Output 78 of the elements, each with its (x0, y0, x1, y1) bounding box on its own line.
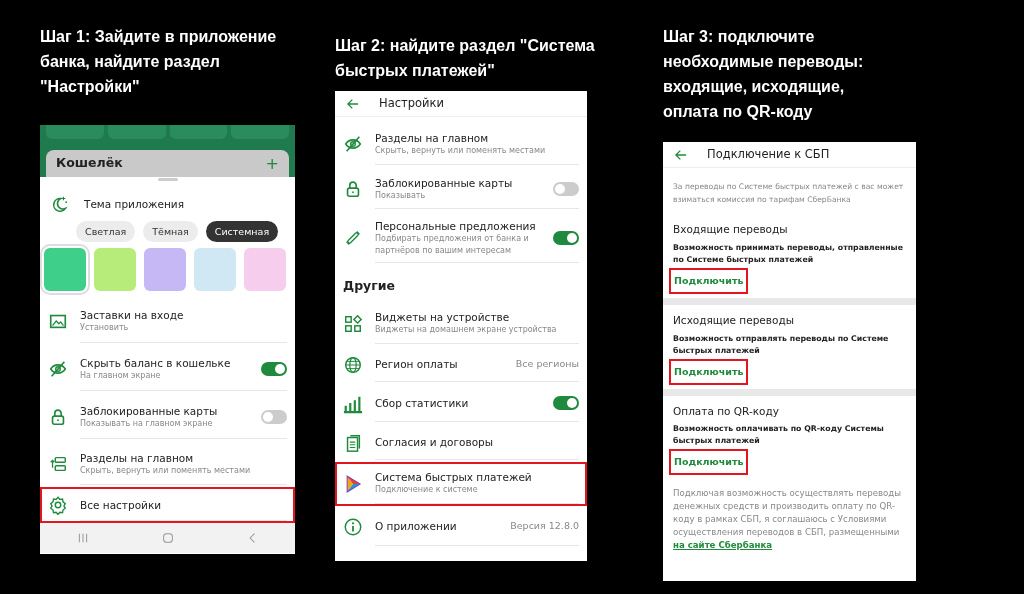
settings-item[interactable]: Регион оплаты Все регионы (335, 345, 587, 384)
section-title: Входящие переводы (672, 222, 789, 237)
settings-item[interactable]: О приложении Версия 12.8.0 (335, 505, 587, 548)
item-subtitle: Виджеты на домашнем экране устройства (375, 324, 558, 337)
connect-button[interactable]: Подключить (669, 449, 749, 476)
item-subtitle: Показывать на главном экране (80, 417, 214, 430)
color-swatch[interactable] (144, 248, 186, 291)
terms-text: Подключая возможность осуществлять переводы денежных средств и производить оплату по QR-коду в рамках СБП, я соглашаюсь с Условиями осуществления переводов в СБП, размещенными на сайте Сбербанка (672, 487, 902, 553)
section-heading: Другие (342, 277, 396, 295)
hidden-eye-icon (48, 359, 68, 379)
item-title: Разделы на главном (80, 450, 195, 465)
item-title: Разделы на главном (375, 130, 490, 145)
screen-title: Настройки (379, 94, 444, 112)
item-title: Заблокированные карты (80, 403, 219, 418)
terms-link[interactable]: на сайте Сбербанка (673, 540, 773, 551)
connect-button[interactable]: Подключить (669, 358, 749, 385)
item-title: Персональные предложения (375, 218, 537, 233)
item-title: Сбор статистики (375, 396, 470, 411)
color-swatch[interactable] (244, 248, 286, 291)
settings-icon (48, 495, 68, 515)
section-title: Исходящие переводы (672, 312, 795, 328)
item-subtitle: На главном экране (80, 369, 162, 382)
item-subtitle: Установить (80, 321, 130, 334)
item-subtitle: Подбирать предложения от банка и партнёров по вашим интересам (375, 232, 530, 257)
settings-item[interactable]: Скрыть баланс в кошельке На главном экране (40, 345, 295, 393)
theme-title: Тема приложения (84, 197, 184, 211)
settings-item[interactable]: Система быстрых платежей Подключение к системе (335, 461, 587, 506)
item-subtitle: Подключение к системе (375, 484, 479, 497)
item-subtitle: Показывать (375, 189, 427, 202)
color-swatch[interactable] (94, 248, 136, 291)
item-title: О приложении (375, 519, 458, 534)
step-title: Шаг 1: Зайдите в приложение банка, найдите раздел "Настройки" (40, 27, 278, 97)
toggle-switch[interactable] (553, 181, 579, 196)
shortcut-chip[interactable] (231, 125, 289, 139)
connect-button[interactable]: Подключить (669, 267, 749, 294)
shortcut-chip[interactable] (46, 125, 104, 139)
item-subtitle: Скрыть, вернуть или поменять местами (80, 464, 252, 477)
drag-handle[interactable] (157, 178, 178, 181)
settings-item[interactable]: Разделы на главном Скрыть, вернуть или поменять местами (40, 441, 295, 487)
hidden-eye-icon (343, 134, 363, 154)
item-title: Система быстрых платежей (375, 470, 533, 485)
item-title: Регион оплаты (375, 357, 459, 372)
theme-option[interactable]: Тёмная (143, 221, 198, 242)
item-value: Версия 12.8.0 (510, 519, 579, 534)
theme-option[interactable]: Светлая (76, 221, 136, 242)
toggle-switch[interactable] (553, 396, 579, 411)
item-title: Заставки на входе (80, 307, 185, 322)
color-swatch[interactable] (194, 248, 236, 291)
shortcut-chip[interactable] (107, 125, 166, 139)
settings-item[interactable]: Сбор статистики (335, 383, 587, 424)
list-icon (48, 454, 68, 474)
card-title: Кошелёк (56, 154, 123, 173)
item-title: Согласия и договоры (375, 435, 495, 450)
settings-item[interactable]: Виджеты на устройстве Виджеты на домашнем экране устройства (335, 301, 587, 346)
toggle-switch[interactable] (261, 361, 287, 376)
step-title: Шаг 3: подключите необходимые переводы: входящие, исходящие, оплата по QR-коду (663, 27, 865, 122)
shortcut-chip[interactable] (169, 125, 228, 139)
item-title: Скрыть баланс в кошельке (80, 355, 232, 370)
widgets-icon (343, 313, 363, 334)
settings-item[interactable]: Персональные предложения Подбирать предложения от банка и партнёров по вашим интересам (335, 211, 587, 265)
item-title: Виджеты на устройстве (375, 310, 511, 325)
section-title: Оплата по QR-коду (672, 403, 780, 419)
settings-item[interactable]: Заставки на входе Установить (40, 297, 295, 345)
theme-option[interactable]: Системная (205, 221, 279, 242)
screen-title: Подключение к СБП (707, 145, 830, 163)
settings-item[interactable]: Разделы на главном Скрыть, вернуть или поменять местами (335, 121, 587, 167)
item-title: Заблокированные карты (375, 175, 514, 190)
globe-icon (343, 354, 363, 375)
item-subtitle: Скрыть, вернуть или поменять местами (375, 144, 547, 157)
step-title: Шаг 2: найдите раздел "Система быстрых платежей" (335, 36, 595, 81)
toggle-switch[interactable] (261, 409, 287, 424)
item-title: Все настройки (80, 497, 163, 512)
toggle-switch[interactable] (553, 230, 579, 245)
info-icon (343, 516, 363, 537)
item-value: Все регионы (515, 357, 579, 372)
settings-item[interactable]: Согласия и договоры (335, 423, 587, 462)
settings-item[interactable]: Заблокированные карты Показывать (335, 167, 587, 211)
settings-item[interactable]: Заблокированные карты Показывать на главном экране (40, 393, 295, 441)
